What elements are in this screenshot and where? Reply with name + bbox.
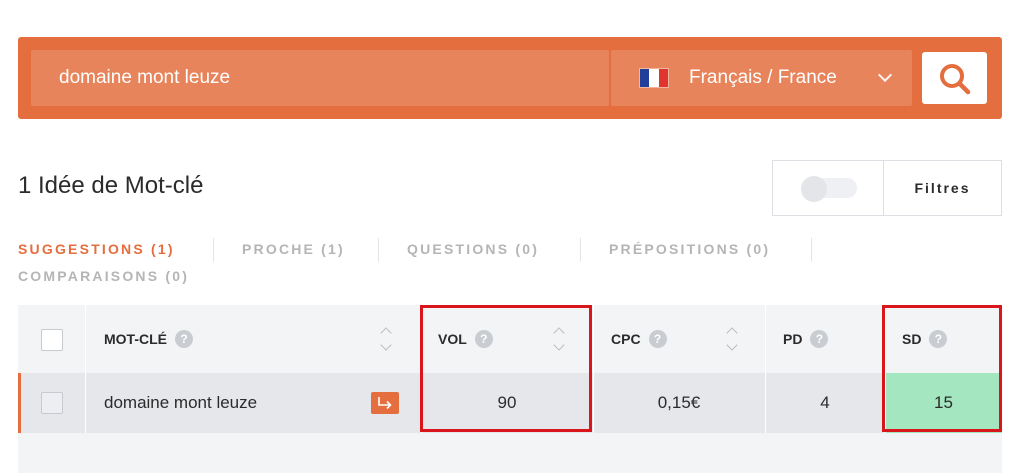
table-row[interactable]: domaine mont leuze 90 0,15€ 4 15 (18, 373, 1002, 433)
help-icon[interactable]: ? (810, 330, 829, 348)
chevron-down-icon (877, 67, 893, 83)
search-icon (940, 64, 971, 95)
help-icon[interactable]: ? (929, 330, 948, 348)
arrow-right-icon (378, 397, 392, 410)
search-input[interactable] (31, 50, 609, 106)
keywords-table: MOT-CLÉ ? VOL ? CPC ? PD ? SD ? domaine … (18, 305, 1002, 473)
column-divider (421, 305, 422, 433)
filter-toggle[interactable] (801, 176, 857, 202)
sort-icon[interactable] (380, 327, 392, 351)
filter-box: Filtres (772, 160, 1002, 216)
column-header-sd[interactable]: SD ? (902, 305, 948, 373)
column-label: SD (902, 331, 922, 347)
column-header-pd[interactable]: PD ? (783, 305, 829, 373)
france-flag-icon (639, 68, 669, 88)
column-header-cpc[interactable]: CPC ? (611, 305, 667, 373)
column-divider (593, 305, 594, 433)
search-button[interactable] (922, 52, 987, 104)
row-accent (18, 373, 21, 433)
tab-suggestions[interactable]: SUGGESTIONS (1) (18, 241, 175, 257)
column-header-keyword[interactable]: MOT-CLÉ ? (104, 305, 193, 373)
tab-divider (811, 238, 812, 262)
sort-icon[interactable] (553, 327, 565, 351)
sort-icon[interactable] (726, 327, 738, 351)
search-bar: Français / France (18, 37, 1002, 119)
tab-divider (378, 238, 379, 262)
tab-prepositions[interactable]: PRÉPOSITIONS (0) (609, 241, 770, 257)
vol-cell: 90 (497, 393, 517, 412)
row-checkbox[interactable] (41, 392, 63, 414)
open-keyword-button[interactable] (371, 392, 399, 414)
select-all-checkbox[interactable] (41, 329, 63, 351)
column-label: VOL (438, 331, 467, 347)
tab-divider (213, 238, 214, 262)
help-icon[interactable]: ? (648, 330, 667, 348)
tab-comparaisons[interactable]: COMPARAISONS (0) (18, 268, 189, 284)
table-header: MOT-CLÉ ? VOL ? CPC ? PD ? SD ? (18, 305, 1002, 373)
filters-button[interactable]: Filtres (884, 161, 1001, 215)
toggle-knob (801, 176, 827, 202)
language-label: Français / France (689, 67, 837, 88)
column-label: MOT-CLÉ (104, 331, 167, 347)
help-icon[interactable]: ? (175, 330, 193, 348)
language-select[interactable]: Français / France (611, 50, 912, 106)
column-divider (885, 305, 886, 433)
tab-questions[interactable]: QUESTIONS (0) (407, 241, 539, 257)
cpc-cell: 0,15€ (657, 393, 701, 412)
column-divider (85, 305, 86, 433)
column-label: PD (783, 331, 803, 347)
tab-divider (580, 238, 581, 262)
column-divider (765, 305, 766, 433)
help-icon[interactable]: ? (474, 330, 493, 348)
results-title: 1 Idée de Mot-clé (18, 172, 204, 199)
sd-cell: 15 (934, 393, 953, 412)
column-header-vol[interactable]: VOL ? (438, 305, 493, 373)
column-label: CPC (611, 331, 641, 347)
keyword-cell[interactable]: domaine mont leuze (104, 373, 257, 433)
pd-cell: 4 (820, 393, 830, 412)
tab-proche[interactable]: PROCHE (1) (242, 241, 345, 257)
